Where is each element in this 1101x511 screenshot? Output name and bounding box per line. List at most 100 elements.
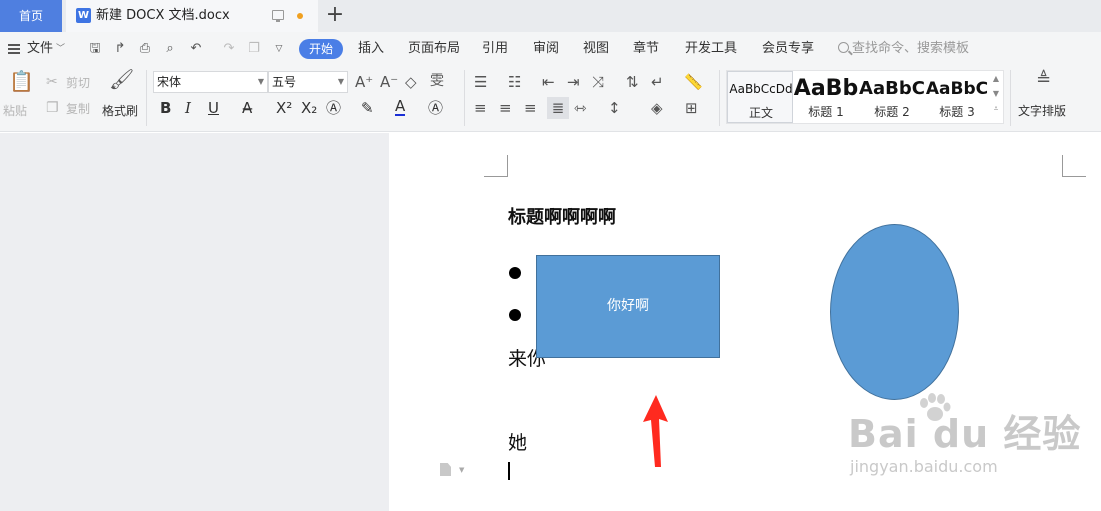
menu-chapter[interactable]: 章节: [633, 32, 659, 66]
bullet-list-icon[interactable]: ☰: [474, 73, 487, 91]
ruler-icon[interactable]: 📏: [684, 73, 703, 91]
format-painter-button[interactable]: 格式刷: [102, 102, 138, 120]
text-cursor: [508, 462, 510, 480]
text-layout-button[interactable]: 文字排版: [1018, 102, 1066, 120]
distribute-icon[interactable]: ⇿: [574, 99, 587, 117]
style-normal-sample: AaBbCcDd: [729, 82, 793, 96]
new-tab-button[interactable]: +: [324, 3, 346, 27]
style-normal[interactable]: AaBbCcDd 正文: [727, 71, 793, 123]
copy-format-icon[interactable]: ❐: [246, 41, 262, 57]
tab-document[interactable]: W 新建 DOCX 文档.docx: [66, 0, 318, 32]
menu-membership[interactable]: 会员专享: [762, 32, 814, 66]
tab-bar: 首页 W 新建 DOCX 文档.docx +: [0, 0, 1101, 32]
menu-view[interactable]: 视图: [583, 32, 609, 66]
hamburger-icon[interactable]: [8, 44, 20, 54]
text-layout-icon[interactable]: ≜: [1036, 71, 1051, 89]
font-color-icon[interactable]: A: [395, 99, 406, 116]
export-icon[interactable]: ↱: [112, 41, 128, 57]
menu-file[interactable]: 文件: [27, 32, 53, 66]
font-size-select[interactable]: 五号 ▼: [268, 71, 348, 93]
sort-icon[interactable]: ⇅: [626, 73, 639, 91]
style-heading-1-sample: AaBb: [793, 76, 859, 101]
ellipse-shape[interactable]: [830, 224, 959, 400]
grow-font-icon[interactable]: A⁺: [355, 73, 373, 91]
shrink-font-icon[interactable]: A⁻: [380, 73, 398, 91]
command-search[interactable]: 查找命令、搜索模板: [838, 32, 969, 66]
menu-start-tab[interactable]: 开始: [299, 39, 343, 59]
italic-icon[interactable]: I: [185, 99, 191, 117]
scissors-icon[interactable]: ✂: [46, 73, 58, 91]
menu-developer[interactable]: 开发工具: [685, 32, 737, 66]
numbered-list-icon[interactable]: ☷: [508, 73, 521, 91]
undo-icon[interactable]: ↶: [188, 41, 204, 57]
print-icon[interactable]: ⎙: [137, 41, 153, 57]
chinese-layout-icon[interactable]: ⤨: [592, 73, 604, 91]
tab-document-title: 新建 DOCX 文档.docx: [96, 8, 230, 23]
menu-page-layout[interactable]: 页面布局: [408, 32, 460, 66]
menu-insert[interactable]: 插入: [358, 32, 384, 66]
shading-icon[interactable]: ◈: [651, 99, 663, 117]
divider: [146, 70, 147, 126]
align-right-icon[interactable]: ≡: [524, 99, 537, 117]
clear-format-icon[interactable]: ◇: [405, 73, 417, 91]
screen-icon[interactable]: [272, 10, 284, 22]
line-spacing-icon[interactable]: ↕: [608, 99, 621, 117]
increase-indent-icon[interactable]: ⇥: [567, 73, 580, 91]
chevron-down-icon[interactable]: ▼: [459, 466, 464, 474]
chevron-down-icon: ▼: [337, 77, 344, 86]
tab-home[interactable]: 首页: [0, 0, 62, 32]
justify-icon[interactable]: ≣: [547, 97, 569, 119]
cut-button[interactable]: 剪切: [66, 74, 90, 92]
highlight-icon[interactable]: ✎: [361, 99, 374, 117]
font-family-select[interactable]: 宋体 ▼: [153, 71, 268, 93]
menu-review[interactable]: 审阅: [533, 32, 559, 66]
rectangle-shape-text: 你好啊: [607, 298, 649, 314]
superscript-icon[interactable]: X²: [276, 99, 292, 117]
document-title[interactable]: 标题啊啊啊啊: [508, 203, 616, 229]
underline-icon[interactable]: U: [208, 99, 219, 117]
styles-scroll[interactable]: ▲ ▼ ⩡: [989, 71, 1003, 119]
font-size-value: 五号: [272, 75, 297, 89]
copy-button[interactable]: 复制: [66, 100, 90, 118]
bold-icon[interactable]: B: [160, 99, 171, 117]
rectangle-shape[interactable]: 你好啊: [536, 255, 720, 358]
bullet-point: [509, 309, 521, 321]
save-icon[interactable]: 🖫: [87, 41, 103, 57]
style-heading-2-sample: AaBbC: [859, 78, 925, 99]
subscript-icon[interactable]: X₂: [301, 99, 317, 117]
print-preview-icon[interactable]: ⌕: [162, 41, 178, 57]
align-left-icon[interactable]: ≡: [474, 99, 487, 117]
more-icon[interactable]: ▽: [271, 41, 287, 57]
copy-icon[interactable]: ❐: [46, 99, 59, 117]
divider: [1010, 70, 1011, 126]
style-heading-2[interactable]: AaBbC 标题 2: [859, 71, 925, 123]
show-marks-icon[interactable]: ↵: [651, 73, 664, 91]
paragraph-mark-icon[interactable]: [440, 463, 451, 476]
style-heading-3[interactable]: AaBbC 标题 3: [925, 71, 989, 123]
unsaved-dot-icon: [297, 13, 303, 19]
menu-references[interactable]: 引用: [482, 32, 508, 66]
watermark-url: jingyan.baidu.com: [850, 457, 998, 476]
style-heading-1-label: 标题 1: [808, 105, 844, 119]
style-heading-3-label: 标题 3: [939, 105, 975, 119]
borders-icon[interactable]: ⊞: [685, 99, 698, 117]
align-center-icon[interactable]: ≡: [499, 99, 512, 117]
document-line-2[interactable]: 她: [508, 428, 527, 455]
style-normal-label: 正文: [748, 106, 773, 120]
phonetic-guide-icon[interactable]: 雯: [430, 72, 444, 90]
paste-icon[interactable]: 📋: [9, 71, 34, 91]
format-painter-icon[interactable]: 🖌: [109, 69, 134, 89]
paste-button[interactable]: 粘贴: [3, 102, 27, 120]
redo-icon[interactable]: ↷: [221, 41, 237, 57]
search-placeholder: 查找命令、搜索模板: [852, 41, 970, 56]
chevron-down-icon[interactable]: ﹀: [56, 32, 65, 66]
strikethrough-icon[interactable]: A̶: [242, 99, 252, 117]
red-annotation-arrow-icon: [643, 395, 668, 467]
style-heading-1[interactable]: AaBb 标题 1: [793, 71, 859, 123]
crop-mark-left: [484, 155, 508, 177]
baidu-watermark: Bai du 经验 jingyan.baidu.com: [840, 393, 1080, 495]
decrease-indent-icon[interactable]: ⇤: [542, 73, 555, 91]
watermark-brand: Bai du 经验: [848, 412, 1082, 456]
character-border-icon[interactable]: Ⓐ: [428, 99, 443, 117]
text-effect-icon[interactable]: Ⓐ: [326, 99, 341, 117]
